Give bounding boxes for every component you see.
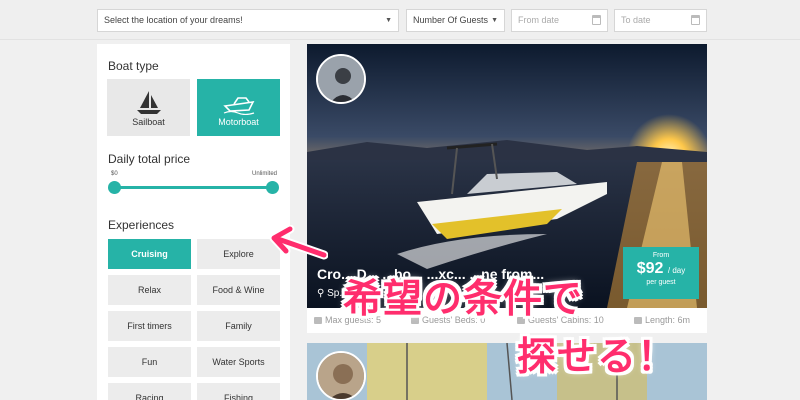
ruler-icon	[634, 317, 642, 324]
host-photo	[318, 353, 364, 399]
experiences-title: Experiences	[108, 218, 175, 232]
experience-fishing[interactable]: Fishing	[197, 383, 280, 400]
boat-type-title: Boat type	[108, 59, 159, 73]
calendar-icon	[592, 15, 601, 25]
price-slider-track[interactable]	[114, 186, 273, 189]
annotation-arrow	[269, 225, 328, 260]
price-amount: $92 / day	[623, 260, 699, 278]
experience-first-timers[interactable]: First timers	[108, 311, 191, 341]
spec-length-label: Length: 6m	[645, 315, 691, 325]
host-avatar[interactable]	[316, 54, 366, 104]
calendar-icon	[691, 15, 700, 25]
experience-food-wine[interactable]: Food & Wine	[197, 275, 280, 305]
to-date-input[interactable]: To date	[614, 9, 707, 32]
price-min-label: $0	[111, 171, 118, 177]
sailboat-button[interactable]: Sailboat	[107, 79, 190, 136]
experience-racing[interactable]: Racing	[108, 383, 191, 400]
guests-label: Number Of Guests	[413, 15, 489, 25]
annotation-line2: 探せる！	[517, 335, 678, 380]
experience-family[interactable]: Family	[197, 311, 280, 341]
experience-fun[interactable]: Fun	[108, 347, 191, 377]
price-amount-value: $92	[636, 260, 664, 277]
from-date-input[interactable]: From date	[511, 9, 608, 32]
motorboat-button[interactable]: Motorboat	[197, 79, 280, 136]
guests-select[interactable]: Number Of Guests ▼	[406, 9, 505, 32]
price-title: Daily total price	[108, 152, 191, 166]
host-avatar[interactable]	[316, 351, 366, 400]
sailboat-icon	[136, 91, 161, 114]
price-badge: From $92 / day per guest	[623, 247, 699, 299]
price-unit: / day	[667, 266, 686, 275]
chevron-down-icon: ▼	[491, 17, 498, 24]
motorboat-icon	[222, 97, 254, 115]
map-pin-icon: ⚲	[317, 288, 325, 299]
spec-length: Length: 6m	[634, 315, 690, 325]
motorboat-label: Motorboat	[218, 117, 259, 127]
annotation-line1: 希望の条件で	[343, 277, 584, 322]
experience-relax[interactable]: Relax	[108, 275, 191, 305]
price-slider-max-handle[interactable]	[266, 181, 279, 194]
experience-cruising[interactable]: Cruising	[108, 239, 191, 269]
location-placeholder: Select the location of your dreams!	[104, 15, 243, 25]
sailboat-label: Sailboat	[132, 117, 165, 127]
to-date-placeholder: To date	[621, 15, 651, 25]
price-from-label: From	[652, 252, 670, 259]
experience-water-sports[interactable]: Water Sports	[197, 347, 280, 377]
price-slider-min-handle[interactable]	[108, 181, 121, 194]
filter-sidebar: Boat type Sailboat Motorboat Daily total…	[97, 44, 290, 400]
person-icon	[314, 317, 322, 324]
price-per-label: per guest	[646, 279, 676, 286]
price-max-label: Unlimited	[251, 171, 277, 177]
chevron-down-icon: ▼	[385, 17, 392, 24]
location-select[interactable]: Select the location of your dreams! ▼	[97, 9, 399, 32]
from-date-placeholder: From date	[518, 15, 560, 25]
search-bar: Select the location of your dreams! ▼ Nu…	[0, 0, 800, 40]
